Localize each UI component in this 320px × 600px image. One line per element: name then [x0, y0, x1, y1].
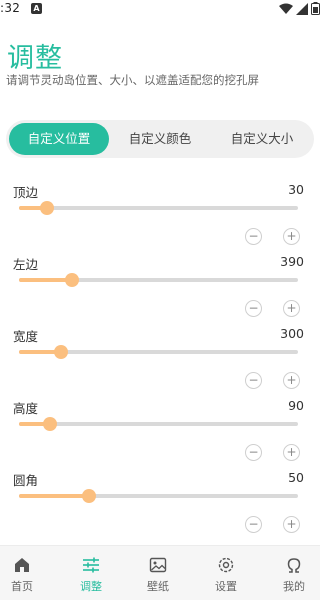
increase-button[interactable]: + [283, 228, 300, 245]
page-title: 调整 [7, 43, 63, 74]
slider-value: 90 [288, 398, 304, 413]
status-icons [279, 2, 320, 15]
battery-icon [311, 2, 320, 15]
image-icon [149, 557, 167, 573]
slider-label: 宽度 [13, 329, 39, 344]
wifi-icon [279, 3, 293, 14]
slider-thumb[interactable] [42, 417, 57, 431]
decrease-button[interactable]: − [245, 516, 262, 533]
slider-track[interactable] [19, 489, 298, 503]
signal-icon [296, 2, 308, 15]
tab-custom-color[interactable]: 自定义颜色 [110, 123, 210, 155]
slider-value: 300 [280, 326, 304, 341]
nav-label: 首页 [11, 580, 33, 593]
status-time: :32 [0, 1, 21, 15]
slider-height: 高度 90 − + [0, 398, 320, 470]
slider-thumb[interactable] [53, 345, 68, 359]
slider-label: 顶边 [13, 185, 39, 200]
slider-label: 圆角 [13, 473, 39, 488]
increase-button[interactable]: + [283, 372, 300, 389]
nav-item-home[interactable]: 首页 [0, 546, 54, 600]
slider-thumb[interactable] [39, 201, 54, 215]
nav-label: 调整 [80, 580, 102, 593]
sliders-icon [83, 557, 99, 573]
tab-custom-position[interactable]: 自定义位置 [9, 123, 109, 155]
gear-icon [218, 557, 234, 573]
increase-button[interactable]: + [283, 516, 300, 533]
page-subtitle: 请调节灵动岛位置、大小、以遮盖适配您的挖孔屏 [6, 73, 259, 87]
status-bar: :32 A [0, 0, 320, 18]
slider-value: 390 [280, 254, 304, 269]
tab-custom-size[interactable]: 自定义大小 [212, 123, 312, 155]
tab-bar: 自定义位置 自定义颜色 自定义大小 [6, 120, 314, 158]
slider-value: 50 [288, 470, 304, 485]
slider-thumb[interactable] [81, 489, 96, 503]
decrease-button[interactable]: − [245, 228, 262, 245]
notification-icon: A [31, 3, 42, 14]
nav-label: 壁纸 [147, 580, 169, 593]
user-icon [287, 558, 301, 573]
increase-button[interactable]: + [283, 300, 300, 317]
bottom-nav: 首页 调整 壁纸 设置 我的 [0, 545, 320, 600]
nav-item-settings[interactable]: 设置 [194, 546, 258, 600]
increase-button[interactable]: + [283, 444, 300, 461]
slider-value: 30 [288, 182, 304, 197]
slider-track[interactable] [19, 345, 298, 359]
nav-label: 设置 [215, 580, 237, 593]
slider-thumb[interactable] [65, 273, 79, 287]
decrease-button[interactable]: − [245, 372, 262, 389]
slider-width: 宽度 300 − + [0, 326, 320, 398]
home-icon [15, 558, 29, 572]
slider-track[interactable] [19, 201, 298, 215]
decrease-button[interactable]: − [245, 444, 262, 461]
nav-item-profile[interactable]: 我的 [262, 546, 320, 600]
slider-track[interactable] [19, 273, 298, 287]
slider-label: 左边 [13, 257, 39, 272]
slider-track[interactable] [19, 417, 298, 431]
slider-fill [19, 494, 89, 498]
nav-item-adjust[interactable]: 调整 [59, 546, 123, 600]
slider-radius: 圆角 50 − + [0, 470, 320, 542]
slider-left: 左边 390 − + [0, 254, 320, 326]
slider-label: 高度 [13, 401, 39, 416]
nav-item-wallpaper[interactable]: 壁纸 [126, 546, 190, 600]
slider-top: 顶边 30 − + [0, 182, 320, 254]
decrease-button[interactable]: − [245, 300, 262, 317]
nav-label: 我的 [283, 580, 305, 593]
